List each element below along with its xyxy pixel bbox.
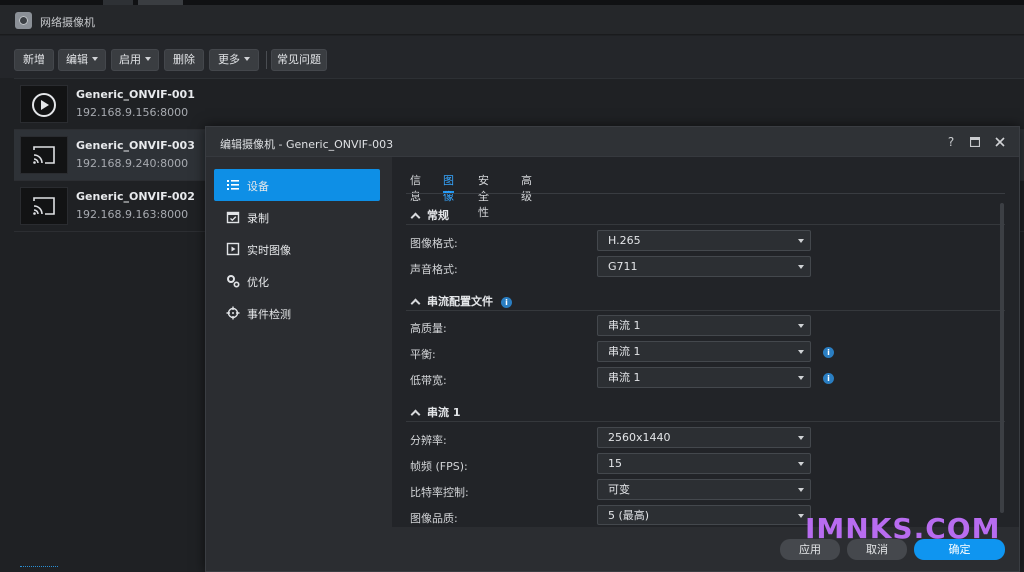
- toolbar: 新增 编辑 启用 删除 更多 常见问题: [0, 36, 1024, 78]
- tab-info[interactable]: 信息: [410, 169, 421, 203]
- nav-item-optimize[interactable]: 优化: [214, 265, 380, 297]
- camera-ip: 192.168.9.163:8000: [76, 208, 189, 221]
- chevron-down-icon: [244, 57, 250, 61]
- tab-security[interactable]: 安全性: [478, 169, 489, 219]
- section-title: 常规: [427, 209, 449, 222]
- chevron-down-icon: [145, 57, 151, 61]
- more-label: 更多: [218, 53, 240, 66]
- edit-camera-dialog: 编辑摄像机 - Generic_ONVIF-003 ? 设备 录制 实时图像 优…: [205, 126, 1020, 572]
- section-title: 串流 1: [427, 406, 461, 419]
- section-general[interactable]: 常规: [406, 207, 449, 223]
- camera-thumbnail: [20, 85, 68, 123]
- camera-thumbnail: [20, 187, 68, 225]
- scrollbar[interactable]: [1000, 203, 1004, 513]
- add-button[interactable]: 新增: [14, 49, 54, 71]
- dialog-header: 编辑摄像机 - Generic_ONVIF-003 ?: [206, 127, 1019, 157]
- image-format-select[interactable]: H.265: [597, 230, 811, 251]
- field-label: 图像品质:: [410, 512, 458, 525]
- close-button[interactable]: [991, 133, 1009, 151]
- nav-item-recording[interactable]: 录制: [214, 201, 380, 233]
- section-divider: [406, 224, 1005, 225]
- nav-label: 事件检测: [247, 308, 291, 321]
- audio-format-select[interactable]: G711: [597, 256, 811, 277]
- field-label: 平衡:: [410, 348, 436, 361]
- high-quality-select[interactable]: 串流 1: [597, 315, 811, 336]
- app-title: 网络摄像机: [40, 16, 95, 29]
- help-button[interactable]: ?: [942, 133, 960, 151]
- field-label: 帧频 (FPS):: [410, 460, 468, 473]
- bitrate-control-select[interactable]: 可变: [597, 479, 811, 500]
- calendar-check-icon: [226, 211, 240, 224]
- camera-thumbnail: [20, 136, 68, 174]
- chevron-up-icon: [410, 212, 421, 223]
- fps-select[interactable]: 15: [597, 453, 811, 474]
- info-icon[interactable]: i: [501, 297, 512, 308]
- camera-name: Generic_ONVIF-003: [76, 139, 195, 152]
- field-label: 高质量:: [410, 322, 447, 335]
- camera-app-icon: [15, 12, 32, 29]
- title-bar: 网络摄像机: [0, 5, 1024, 35]
- section-title: 串流配置文件: [427, 295, 493, 308]
- section-divider: [406, 310, 1005, 311]
- chevron-down-icon: [92, 57, 98, 61]
- dialog-content: 信息 图像 安全性 高级 常规 图像格式: H.265 声音格式: G711 串…: [392, 157, 1019, 527]
- nav-label: 优化: [247, 276, 269, 289]
- list-icon: [227, 180, 239, 190]
- camera-ip: 192.168.9.156:8000: [76, 106, 189, 119]
- chevron-up-icon: [410, 409, 421, 420]
- section-stream1[interactable]: 串流 1: [406, 404, 460, 420]
- nav-label: 录制: [247, 212, 269, 225]
- camera-row[interactable]: Generic_ONVIF-001 192.168.9.156:8000: [14, 79, 1024, 130]
- maximize-icon: [969, 136, 981, 148]
- nav-label: 实时图像: [247, 244, 291, 257]
- field-label: 图像格式:: [410, 237, 458, 250]
- field-label: 比特率控制:: [410, 486, 469, 499]
- low-bandwidth-select[interactable]: 串流 1: [597, 367, 811, 388]
- watermark: IMNKS.COM: [805, 512, 1001, 545]
- delete-button[interactable]: 删除: [164, 49, 204, 71]
- chevron-up-icon: [410, 298, 421, 309]
- enable-button[interactable]: 启用: [111, 49, 159, 71]
- maximize-button[interactable]: [966, 133, 984, 151]
- tab-divider: [406, 193, 1005, 194]
- balanced-select[interactable]: 串流 1: [597, 341, 811, 362]
- more-button[interactable]: 更多: [209, 49, 259, 71]
- nav-label: 设备: [247, 180, 269, 193]
- gears-icon: [227, 275, 240, 288]
- dialog-title: 编辑摄像机 - Generic_ONVIF-003: [220, 138, 394, 151]
- cast-icon: [33, 197, 55, 215]
- field-label: 低带宽:: [410, 374, 447, 387]
- cast-icon: [33, 146, 55, 164]
- field-label: 分辨率:: [410, 434, 447, 447]
- camera-name: Generic_ONVIF-002: [76, 190, 195, 203]
- toolbar-divider: [266, 51, 267, 69]
- camera-ip: 192.168.9.240:8000: [76, 157, 189, 170]
- section-stream-profile[interactable]: 串流配置文件 i: [406, 293, 512, 309]
- info-icon[interactable]: i: [823, 373, 834, 384]
- edit-label: 编辑: [66, 53, 88, 66]
- close-icon: [995, 137, 1005, 147]
- tab-image[interactable]: 图像: [443, 169, 454, 203]
- edit-button[interactable]: 编辑: [58, 49, 106, 71]
- bottom-link[interactable]: [20, 566, 58, 569]
- faq-button[interactable]: 常见问题: [271, 49, 327, 71]
- crosshair-icon: [226, 306, 240, 320]
- nav-item-event-detection[interactable]: 事件检测: [214, 297, 380, 329]
- camera-name: Generic_ONVIF-001: [76, 88, 195, 101]
- image-quality-select[interactable]: 5 (最高): [597, 505, 811, 525]
- enable-label: 启用: [119, 53, 141, 66]
- nav-item-live-view[interactable]: 实时图像: [214, 233, 380, 265]
- tab-advanced[interactable]: 高级: [521, 169, 532, 203]
- play-square-icon: [226, 242, 240, 256]
- nav-item-device[interactable]: 设备: [214, 169, 380, 201]
- section-divider: [406, 421, 1005, 422]
- info-icon[interactable]: i: [823, 347, 834, 358]
- resolution-select[interactable]: 2560x1440: [597, 427, 811, 448]
- field-label: 声音格式:: [410, 263, 458, 276]
- dialog-sidebar: 设备 录制 实时图像 优化 事件检测: [214, 169, 380, 329]
- play-circle-icon: [32, 93, 56, 117]
